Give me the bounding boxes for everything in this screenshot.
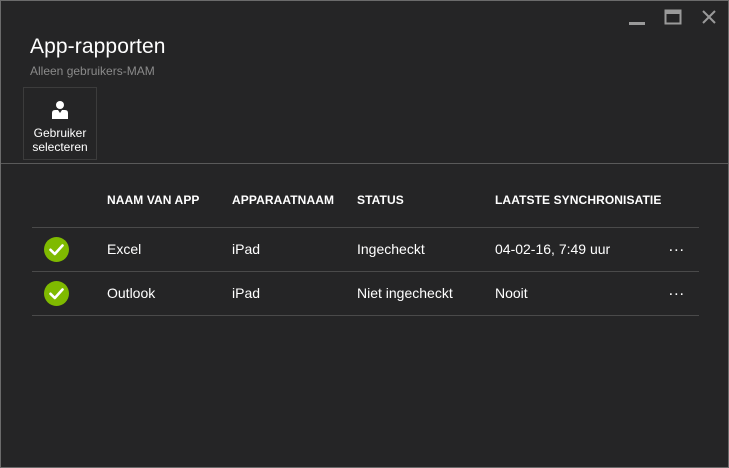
select-user-label-line1: Gebruiker — [33, 126, 87, 140]
check-circle-icon — [44, 281, 69, 306]
column-header-last-sync[interactable]: LAATSTE SYNCHRONISATIE — [495, 193, 661, 207]
cell-device-name: iPad — [232, 241, 261, 257]
cell-status: Niet ingecheckt — [357, 285, 453, 301]
column-header-app-name[interactable]: NAAM VAN APP — [107, 193, 200, 207]
close-icon[interactable] — [698, 7, 720, 27]
minimize-icon[interactable] — [626, 7, 648, 27]
command-bar-divider — [1, 163, 728, 164]
window-controls — [626, 7, 720, 27]
cell-last-sync: 04-02-16, 7:49 uur — [495, 241, 611, 257]
column-header-device-name[interactable]: APPARAATNAAM — [232, 193, 334, 207]
cell-last-sync: Nooit — [495, 285, 528, 301]
table-row[interactable]: Outlook iPad Niet ingecheckt Nooit ... — [32, 272, 699, 316]
grid-header: NAAM VAN APP APPARAATNAAM STATUS LAATSTE… — [32, 179, 699, 228]
blade-subtitle: Alleen gebruikers-MAM — [30, 64, 155, 78]
cell-status: Ingecheckt — [357, 241, 425, 257]
user-icon — [52, 101, 68, 119]
table-row[interactable]: Excel iPad Ingecheckt 04-02-16, 7:49 uur… — [32, 228, 699, 272]
app-reports-grid: NAAM VAN APP APPARAATNAAM STATUS LAATSTE… — [32, 179, 699, 316]
cell-app-name: Excel — [107, 241, 142, 257]
cell-device-name: iPad — [232, 285, 261, 301]
column-header-status[interactable]: STATUS — [357, 193, 404, 207]
more-options-icon[interactable]: ... — [669, 238, 685, 256]
cell-app-name: Outlook — [107, 285, 156, 301]
app-reports-blade: App-rapporten Alleen gebruikers-MAM Gebr… — [0, 0, 729, 468]
select-user-label-line2: selecteren — [32, 140, 88, 154]
more-options-icon[interactable]: ... — [669, 282, 685, 300]
maximize-icon[interactable] — [662, 7, 684, 27]
blade-title: App-rapporten — [30, 35, 166, 58]
select-user-label: Gebruiker selecteren — [32, 126, 87, 154]
select-user-button[interactable]: Gebruiker selecteren — [23, 87, 97, 160]
check-circle-icon — [44, 237, 69, 262]
